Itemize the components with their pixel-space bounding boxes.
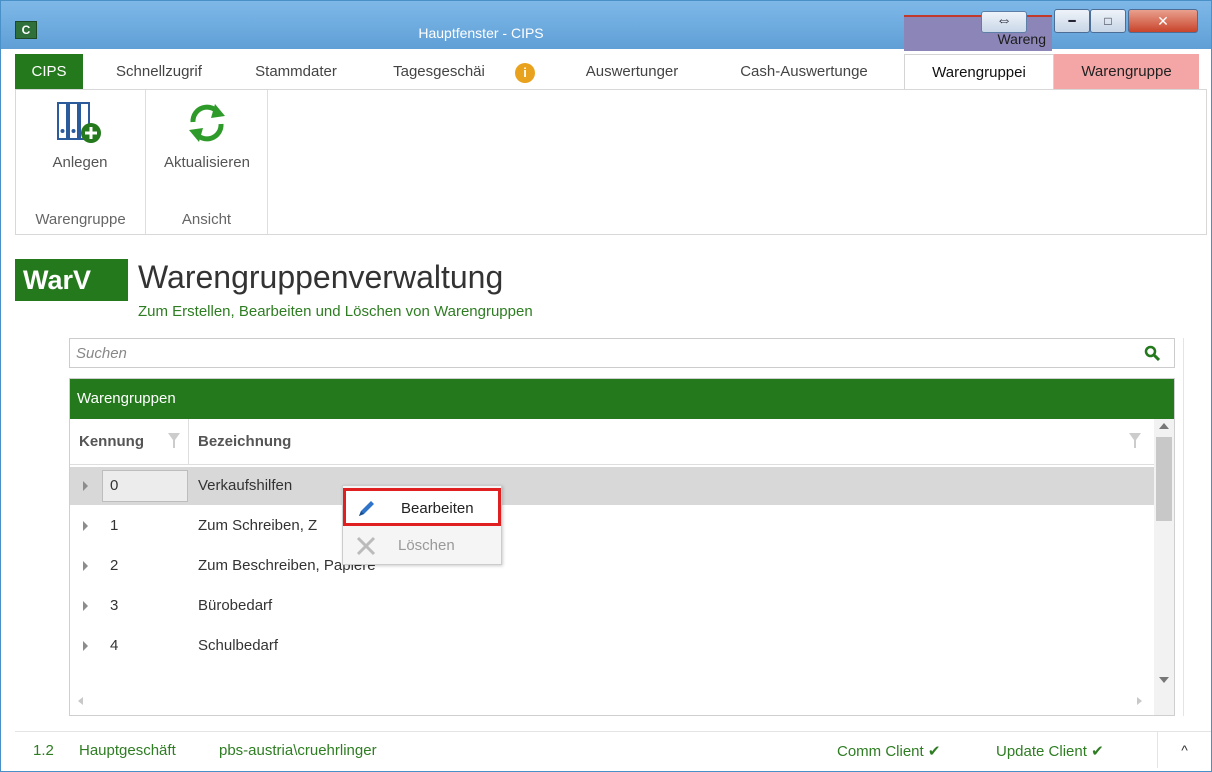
x-icon bbox=[356, 536, 376, 556]
filter-icon[interactable] bbox=[168, 433, 180, 449]
anlegen-button[interactable]: Anlegen bbox=[30, 100, 130, 171]
context-menu: Bearbeiten Löschen bbox=[342, 485, 502, 565]
maximize-button[interactable]: □ bbox=[1090, 9, 1126, 33]
tab-auswertungen[interactable]: Auswertunger bbox=[559, 54, 705, 90]
tab-tagesgeschaeft[interactable]: Tagesgeschäi bbox=[371, 54, 507, 90]
aktualisieren-label: Aktualisieren bbox=[164, 154, 250, 171]
tab-stammdaten[interactable]: Stammdater bbox=[237, 54, 355, 90]
info-icon[interactable]: i bbox=[515, 63, 535, 83]
window-title: Hauptfenster - CIPS bbox=[418, 25, 544, 41]
cell-bezeichnung: Zum Schreiben, Z bbox=[198, 517, 318, 534]
cell-kennung: 3 bbox=[110, 597, 119, 614]
title-floating-tab[interactable]: Wareng bbox=[904, 15, 1052, 51]
table-row[interactable]: 1 Zum Schreiben, Z bbox=[70, 507, 1154, 545]
column-header-bezeichnung-label: Bezeichnung bbox=[198, 433, 292, 450]
column-header-kennung[interactable]: Kennung bbox=[70, 419, 189, 465]
scroll-right-icon[interactable] bbox=[1137, 697, 1142, 705]
outer-scrollbar[interactable] bbox=[1183, 338, 1195, 716]
statusbar-expand-button[interactable]: ^ bbox=[1157, 732, 1211, 768]
vertical-scrollbar-thumb[interactable] bbox=[1156, 437, 1172, 521]
expand-arrow-icon[interactable] bbox=[83, 641, 88, 651]
binders-add-icon bbox=[57, 102, 101, 143]
cell-bezeichnung: Verkaufshilfen bbox=[198, 477, 293, 494]
expand-arrow-icon[interactable] bbox=[83, 481, 88, 491]
page-subtitle: Zum Erstellen, Bearbeiten und Löschen vo… bbox=[138, 303, 533, 320]
status-update-client: Update Client ✔ bbox=[996, 742, 1104, 760]
cell-kennung: 4 bbox=[110, 637, 119, 654]
title-floating-tab-label: Wareng bbox=[997, 31, 1046, 47]
ribbon-group-label-warengruppe: Warengruppe bbox=[35, 211, 126, 228]
close-button[interactable]: ✕ bbox=[1128, 9, 1198, 33]
ribbon-tab-bar: CIPS Schnellzugrif Stammdater Tagesgesch… bbox=[1, 54, 1211, 90]
status-comm-client: Comm Client ✔ bbox=[837, 742, 940, 760]
page-title: Warengruppenverwaltung bbox=[138, 259, 504, 295]
context-menu-item-loeschen[interactable]: Löschen bbox=[343, 528, 501, 566]
context-menu-label: Bearbeiten bbox=[401, 500, 474, 517]
checkmark-icon: ✔ bbox=[927, 743, 941, 760]
grid-group-header: Warengruppen bbox=[70, 379, 1174, 419]
scroll-up-icon[interactable] bbox=[1159, 423, 1169, 429]
search-box bbox=[69, 338, 1175, 368]
context-menu-label: Löschen bbox=[398, 537, 455, 554]
column-header-kennung-label: Kennung bbox=[79, 433, 144, 450]
status-update-client-label: Update Client bbox=[996, 743, 1087, 760]
status-comm-client-label: Comm Client bbox=[837, 743, 924, 760]
tab-warengruppen-context[interactable]: Warengruppe bbox=[1054, 54, 1199, 90]
ribbon-group-label-ansicht: Ansicht bbox=[181, 211, 232, 228]
context-menu-item-bearbeiten[interactable]: Bearbeiten bbox=[343, 488, 501, 526]
table-row[interactable]: 2 Zum Beschreiben, Papiere bbox=[70, 547, 1154, 585]
anlegen-label: Anlegen bbox=[52, 154, 108, 171]
ribbon-group-warengruppe: Anlegen Warengruppe bbox=[16, 90, 146, 234]
ribbon: Anlegen Warengruppe Aktualisieren Ansich… bbox=[15, 89, 1207, 235]
main-window: C Hauptfenster - CIPS Wareng ⇔ ━ □ ✕ CIP… bbox=[0, 0, 1212, 772]
cell-kennung: 2 bbox=[110, 557, 119, 574]
expand-arrow-icon[interactable] bbox=[83, 561, 88, 571]
cell-kennung[interactable]: 0 bbox=[102, 470, 188, 502]
search-input[interactable] bbox=[76, 342, 1136, 364]
expand-arrow-icon[interactable] bbox=[83, 601, 88, 611]
resize-arrows-icon[interactable]: ⇔ bbox=[981, 11, 1027, 33]
module-logo: WarV bbox=[15, 259, 128, 301]
tab-schnellzugriff[interactable]: Schnellzugrif bbox=[93, 54, 225, 90]
table-row[interactable]: 3 Bürobedarf bbox=[70, 587, 1154, 625]
search-icon[interactable] bbox=[1144, 345, 1160, 361]
table-row[interactable]: 0 Verkaufshilfen bbox=[70, 467, 1154, 505]
scroll-left-icon[interactable] bbox=[78, 697, 83, 705]
ribbon-group-ansicht: Aktualisieren Ansicht bbox=[146, 90, 268, 234]
cell-bezeichnung: Schulbedarf bbox=[198, 637, 279, 654]
status-bar: 1.2 Hauptgeschäft pbs-austria\cruehrling… bbox=[15, 731, 1211, 769]
table-row[interactable]: 4 Schulbedarf bbox=[70, 627, 1154, 665]
refresh-icon bbox=[189, 104, 225, 142]
minimize-button[interactable]: ━ bbox=[1054, 9, 1090, 33]
status-store: Hauptgeschäft bbox=[79, 742, 176, 759]
tab-cash-auswertungen[interactable]: Cash-Auswertunge bbox=[717, 54, 891, 90]
cell-kennung: 1 bbox=[110, 517, 119, 534]
title-bar: C Hauptfenster - CIPS Wareng ⇔ ━ □ ✕ bbox=[1, 1, 1211, 51]
tab-warengruppen[interactable]: Warengruppei bbox=[904, 54, 1054, 90]
checkmark-icon: ✔ bbox=[1091, 743, 1104, 760]
column-header-bezeichnung[interactable]: Bezeichnung bbox=[189, 419, 1155, 465]
cell-bezeichnung: Bürobedarf bbox=[198, 597, 273, 614]
filter-icon[interactable] bbox=[1129, 433, 1141, 449]
tab-cips[interactable]: CIPS bbox=[15, 54, 83, 90]
expand-arrow-icon[interactable] bbox=[83, 521, 88, 531]
status-user: pbs-austria\cruehrlinger bbox=[219, 742, 377, 759]
aktualisieren-button[interactable]: Aktualisieren bbox=[152, 100, 262, 171]
pencil-icon bbox=[359, 501, 374, 516]
warengruppen-grid: Warengruppen Kennung Bezeichnung 0 Verka… bbox=[69, 378, 1175, 716]
scroll-down-icon[interactable] bbox=[1159, 677, 1169, 683]
status-version: 1.2 bbox=[33, 742, 54, 759]
